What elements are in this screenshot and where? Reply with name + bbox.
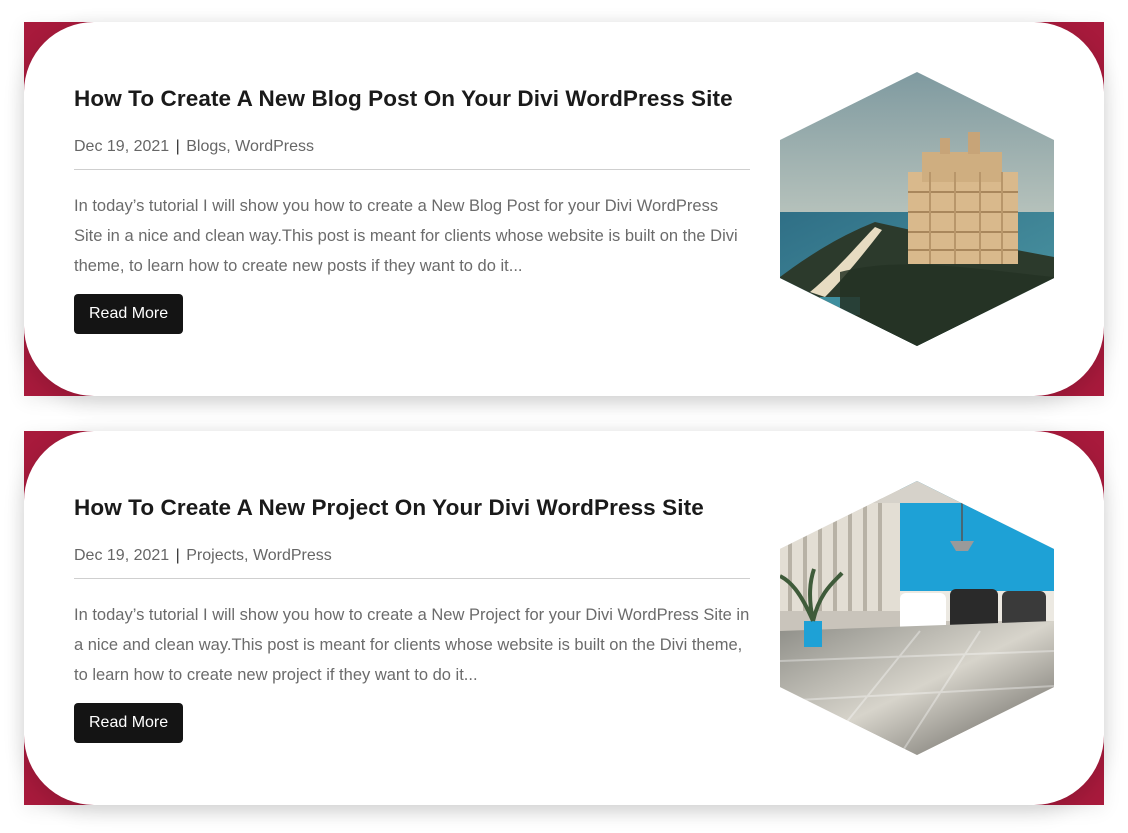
category-link[interactable]: WordPress: [235, 138, 314, 155]
meta-separator: |: [175, 138, 180, 155]
blog-list: How To Create A New Blog Post On Your Di…: [0, 0, 1128, 833]
read-more-button[interactable]: Read More: [74, 294, 184, 334]
read-more-button[interactable]: Read More: [74, 703, 184, 743]
post-featured-image[interactable]: [780, 72, 1054, 346]
post-card-inner: How To Create A New Blog Post On Your Di…: [24, 22, 1104, 396]
post-meta: Dec 19, 2021 | Projects, WordPress: [74, 547, 750, 579]
post-meta: Dec 19, 2021 | Blogs, WordPress: [74, 138, 750, 170]
post-card-inner: How To Create A New Project On Your Divi…: [24, 431, 1104, 805]
category-link[interactable]: Projects: [186, 547, 244, 564]
office-meeting-room-photo: [780, 481, 1054, 755]
category-link[interactable]: WordPress: [253, 547, 332, 564]
post-featured-image[interactable]: [780, 481, 1054, 755]
post-title-link[interactable]: How To Create A New Blog Post On Your Di…: [74, 86, 733, 112]
meta-separator: |: [175, 547, 180, 564]
resort-hotel-beach-photo: [780, 72, 1054, 346]
post-card: How To Create A New Project On Your Divi…: [24, 431, 1104, 805]
post-date: Dec 19, 2021: [74, 138, 170, 155]
post-excerpt: In today’s tutorial I will show you how …: [74, 606, 750, 684]
category-link[interactable]: Blogs: [186, 138, 226, 155]
post-date: Dec 19, 2021: [74, 547, 170, 564]
post-title-link[interactable]: How To Create A New Project On Your Divi…: [74, 495, 704, 521]
post-card: How To Create A New Blog Post On Your Di…: [24, 22, 1104, 396]
post-excerpt: In today’s tutorial I will show you how …: [74, 197, 738, 275]
